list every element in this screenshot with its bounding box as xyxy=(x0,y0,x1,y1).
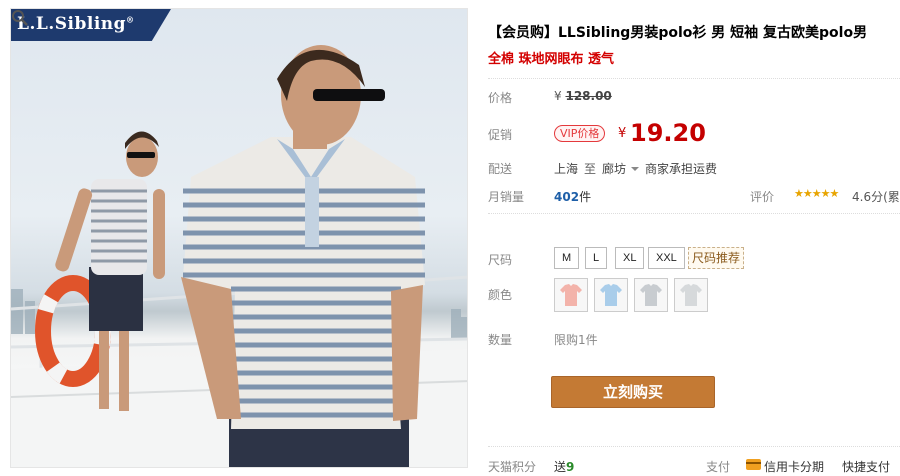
size-option-xl[interactable]: XL xyxy=(615,247,645,269)
points-value: 送9 xyxy=(554,460,575,474)
credit-card-icon xyxy=(746,459,761,470)
quantity-limit: 限购1件 xyxy=(554,333,598,347)
monthly-sales-value: 402件 xyxy=(554,190,592,204)
product-subtitle: 全棉 珠地网眼布 透气 xyxy=(488,52,615,67)
points-label: 天猫积分 xyxy=(488,460,537,474)
express-pay-link[interactable]: 快捷支付 xyxy=(842,458,890,475)
zoom-icon[interactable] xyxy=(11,9,29,27)
price-label: 价格 xyxy=(488,91,513,105)
sale-price: 19.20 xyxy=(630,119,706,147)
sale-currency: ¥ xyxy=(618,126,627,141)
rating-score[interactable]: 4.6分(累 xyxy=(852,188,900,205)
rating-label[interactable]: 评价 xyxy=(750,188,774,205)
color-swatch-pink[interactable] xyxy=(554,278,588,312)
color-label: 颜色 xyxy=(488,288,513,302)
promo-label: 促销 xyxy=(488,128,513,142)
product-photo xyxy=(11,45,467,467)
vip-price-tag: VIP价格 xyxy=(554,125,606,142)
color-swatch-light-blue[interactable] xyxy=(594,278,628,312)
chevron-down-icon[interactable] xyxy=(631,166,640,171)
color-swatch-gray[interactable] xyxy=(634,278,668,312)
ship-to-select[interactable]: 廊坊 xyxy=(602,162,626,176)
shirt-icon xyxy=(640,284,662,306)
size-recommend-link[interactable]: 尺码推荐 xyxy=(688,247,745,269)
product-image-viewer[interactable]: L.L.Sibling® xyxy=(10,8,468,468)
product-title: 【会员购】LLSibling男装polo衫 男 短袖 复古欧美polo男 xyxy=(488,25,868,41)
size-option-xxl[interactable]: XXL xyxy=(648,247,685,269)
shipping-label: 配送 xyxy=(488,162,513,176)
monthly-sales-label: 月销量 xyxy=(488,190,525,204)
brand-logo: L.L.Sibling® xyxy=(17,14,135,34)
size-option-m[interactable]: M xyxy=(554,247,580,269)
service-bar: 天猫积分 送9 支付 信用卡分期 快捷支付 xyxy=(488,446,900,476)
color-swatch-light-gray[interactable] xyxy=(674,278,708,312)
buy-now-button[interactable]: 立刻购买 xyxy=(551,376,715,408)
rating-stars-icon: ★★★★★ xyxy=(794,187,839,200)
quantity-label: 数量 xyxy=(488,333,513,347)
credit-installment-link[interactable]: 信用卡分期 xyxy=(764,458,824,475)
size-option-l[interactable]: L xyxy=(585,247,608,269)
payment-label: 支付 xyxy=(706,460,731,474)
product-info-panel: 【会员购】LLSibling男装polo衫 男 短袖 复古欧美polo男 全棉 … xyxy=(488,0,900,476)
original-price: ¥ 128.00 xyxy=(554,89,612,103)
shirt-icon xyxy=(560,284,582,306)
size-label: 尺码 xyxy=(488,253,513,267)
ship-from: 上海 xyxy=(554,162,579,176)
shipping-row: 上海至廊坊 商家承担运费 xyxy=(554,162,718,176)
shirt-icon xyxy=(680,284,702,306)
price-box: 价格 ¥ 128.00 促销 VIP价格 ¥ 19.20 配送 上海至廊坊 商家承… xyxy=(488,78,900,214)
shirt-icon xyxy=(600,284,622,306)
shipping-fee-note: 商家承担运费 xyxy=(645,162,718,176)
